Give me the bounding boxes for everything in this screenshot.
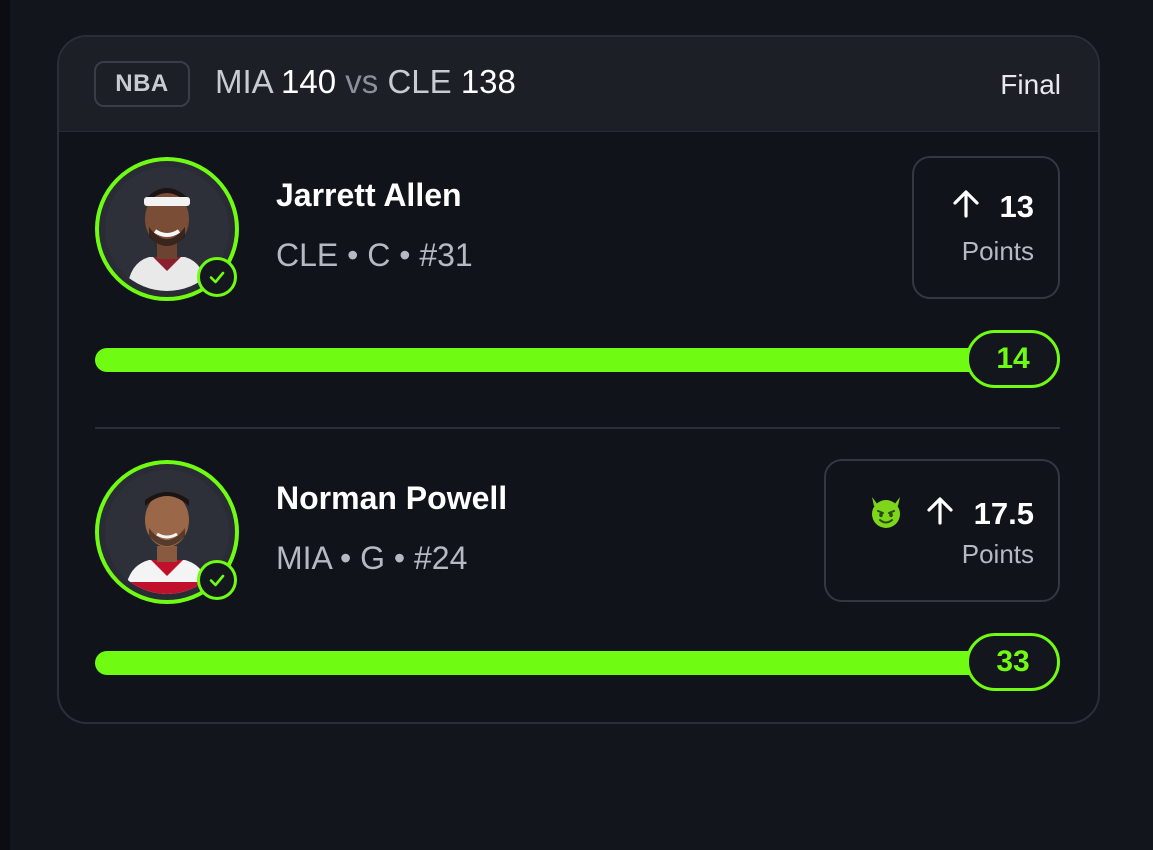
player-name: Norman Powell — [276, 480, 508, 516]
player-avatar — [95, 460, 239, 604]
progress-fill — [95, 348, 1020, 372]
devil-emoji-icon — [866, 491, 906, 536]
stat-line-value: 17.5 — [973, 495, 1034, 531]
player-row[interactable]: Jarrett Allen CLE • C • #31 13 Points 14 — [59, 132, 1098, 402]
league-badge: NBA — [94, 61, 190, 107]
result-value-pill: 14 — [966, 330, 1060, 388]
player-name: Jarrett Allen — [276, 177, 462, 213]
game-card[interactable]: NBA MIA 140 vs CLE 138 Final Jarrett All… — [57, 35, 1100, 724]
stat-line-value: 13 — [999, 188, 1034, 224]
row-divider — [95, 427, 1060, 429]
player-meta: CLE • C • #31 — [276, 237, 473, 273]
stat-type-label: Points — [961, 539, 1034, 569]
arrow-up-icon — [950, 188, 982, 225]
arrow-up-icon — [924, 495, 956, 532]
progress-bar: 14 — [95, 330, 1060, 388]
versus-label: vs — [345, 63, 379, 100]
stat-type-label: Points — [961, 236, 1034, 266]
verified-check-icon — [197, 257, 237, 297]
progress-fill — [95, 651, 1020, 675]
window-edge — [0, 0, 10, 850]
card-header: NBA MIA 140 vs CLE 138 Final — [59, 37, 1098, 132]
home-team: CLE — [387, 63, 452, 100]
player-avatar — [95, 157, 239, 301]
score-line: MIA 140 vs CLE 138 — [215, 63, 516, 101]
result-value-pill: 33 — [966, 633, 1060, 691]
stat-line-box[interactable]: 17.5 Points — [824, 459, 1060, 602]
verified-check-icon — [197, 560, 237, 600]
stat-line-box[interactable]: 13 Points — [912, 156, 1060, 299]
away-score: 140 — [281, 63, 337, 100]
away-team: MIA — [215, 63, 272, 100]
player-meta: MIA • G • #24 — [276, 540, 468, 576]
home-score: 138 — [460, 63, 516, 100]
progress-bar: 33 — [95, 633, 1060, 691]
game-status: Final — [1000, 69, 1061, 100]
player-row[interactable]: Norman Powell MIA • G • #24 17.5 Points … — [59, 435, 1098, 705]
